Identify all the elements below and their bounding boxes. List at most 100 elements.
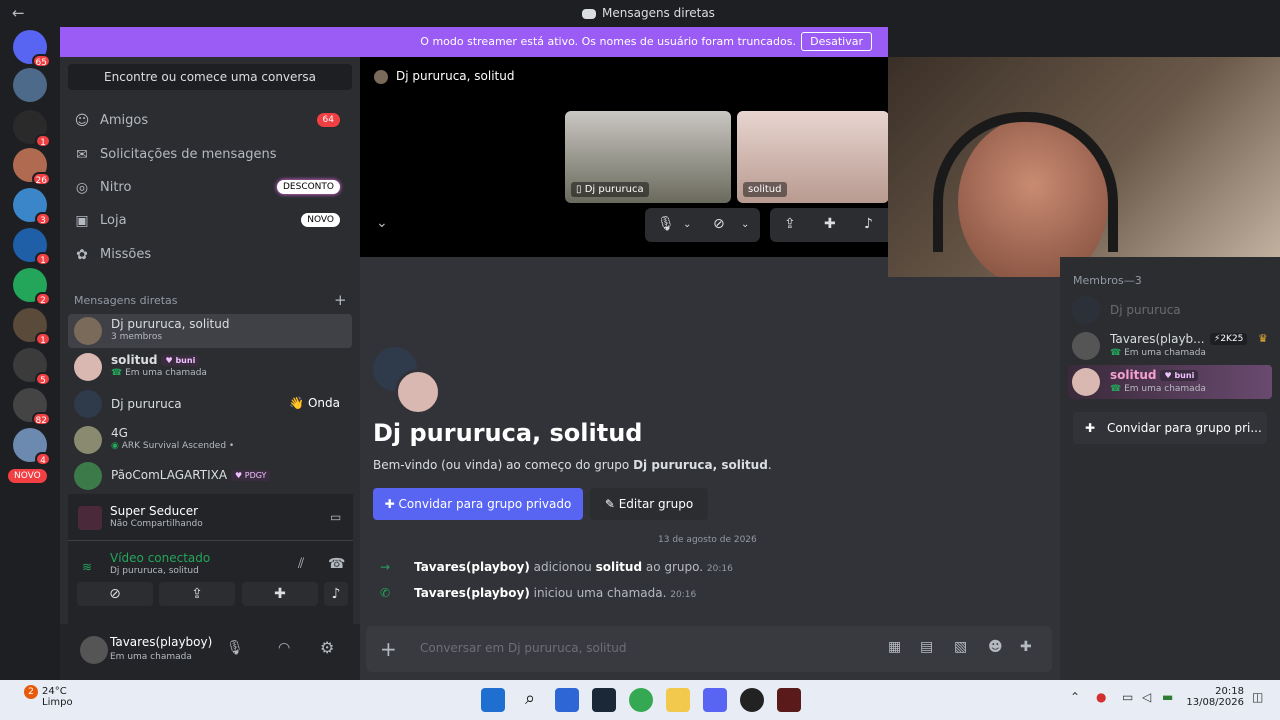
camera-off-icon[interactable]: ⊘ [713,216,725,232]
member-item[interactable]: solitud ♥ buni ☎ Em uma chamada [1068,365,1272,399]
server-icon[interactable]: 4 [13,428,51,466]
user-avatar[interactable] [80,636,108,664]
edit-group-button[interactable]: ✎ Editar grupo [590,488,708,520]
dm-item-4g[interactable]: 4G ◉ ARK Survival Ascended • [68,423,352,457]
server-icon[interactable]: 1 [13,228,51,266]
chevron-up-icon[interactable]: ⌃ [1070,690,1080,704]
upload-plus-icon[interactable]: + [380,637,397,661]
activity-icon [78,506,102,530]
message-target[interactable]: solitud [596,560,642,574]
message-input[interactable]: Conversar em Dj pururuca, solitud [420,641,626,655]
emoji-icon[interactable]: ☻ [988,639,1003,655]
voice-channel[interactable]: Dj pururuca, solitud [110,566,199,576]
create-dm-plus-icon[interactable]: + [334,291,347,309]
dm-item-paocomlagartixa[interactable]: PãoComLAGARTIXA ♥ PDGY [68,459,352,493]
server-icon[interactable]: 82 [13,388,51,426]
chevron-down-icon[interactable]: ⌄ [683,219,691,230]
server-icon[interactable]: 5 [13,348,51,386]
chrome-icon[interactable] [629,688,653,712]
search-icon[interactable]: ⌕ [518,688,542,712]
system-message: → Tavares(playboy) adicionou solitud ao g… [380,560,733,574]
disconnect-icon[interactable]: ☎ [328,556,345,572]
file-explorer-icon[interactable] [666,688,690,712]
gif-icon[interactable]: ▤ [920,639,933,655]
obs-icon[interactable] [740,688,764,712]
dm-item-dj[interactable]: Dj pururuca 👋 Onda [68,387,352,421]
guild-tag-text: 2K25 [1220,334,1244,344]
dm-item-group[interactable]: Dj pururuca, solitud 3 membros [68,314,352,348]
weather-widget[interactable]: 24°C Limpo [42,686,73,708]
video-tile-dj[interactable]: ▯ Dj pururuca [565,111,731,203]
find-conversation-button[interactable]: Encontre ou comece uma conversa [68,64,352,90]
server-badge: 5 [35,372,51,386]
noise-suppression-icon[interactable]: ⫽ [298,556,304,572]
dm-sub: ☎ Em uma chamada [111,368,207,378]
nav-nitro[interactable]: ◎ Nitro DESCONTO [68,173,352,203]
user-name: Tavares(playboy) [110,635,213,649]
microphone-icon[interactable]: 🎙 [226,640,244,656]
server-badge: 1 [35,252,51,266]
screen-share-icon[interactable]: ▭ [330,510,341,524]
nav-friends[interactable]: ☺ Amigos 64 [68,106,352,136]
app-icon[interactable] [555,688,579,712]
steam-icon[interactable] [592,688,616,712]
invite-to-group-button[interactable]: ✚ Convidar para grupo pri... [1073,412,1267,444]
notification-icon[interactable]: ◫ [1252,690,1263,704]
message-actor[interactable]: Tavares(playboy) [414,560,530,574]
nav-message-requests[interactable]: ✉ Solicitações de mensagens [68,140,352,170]
disable-streamer-button[interactable]: Desativar [801,32,872,51]
home-badge: 65 [31,54,51,68]
nav-quests[interactable]: ✿ Missões [68,240,352,270]
dm-sidebar: Encontre ou comece uma conversa ☺ Amigos… [60,57,360,680]
server-icon[interactable]: 3 [13,188,51,226]
server-icon[interactable]: 2 [13,268,51,306]
phone-icon: ✆ [380,586,391,600]
microphone-icon[interactable]: 🎙 [657,216,675,232]
share-screen-button[interactable]: ⇪ [159,582,235,606]
sticker-icon[interactable]: ▧ [954,639,967,655]
message-actor[interactable]: Tavares(playboy) [414,586,530,600]
apps-icon[interactable]: ✚ [1020,639,1032,655]
call-header-text: Dj pururuca, solitud [396,69,515,83]
dm-item-solitud[interactable]: solitud ♥ buni ☎ Em uma chamada [68,350,352,384]
server-icon[interactable]: 1 [13,308,51,346]
nav-shop[interactable]: ▣ Loja NOVO [68,206,352,236]
soundboard-button[interactable]: ♪ [324,582,348,606]
member-item[interactable]: Tavares(playb... ⚡2K25 ♛ ☎ Em uma chamad… [1068,329,1272,363]
server-badge: 2 [35,292,51,306]
settings-gear-icon[interactable]: ⚙ [320,638,334,657]
share-screen-icon[interactable]: ⇪ [784,216,796,232]
back-arrow-icon[interactable]: ← [12,4,25,22]
camera-off-button[interactable]: ⊘ [77,582,153,606]
battery-icon[interactable]: ▬ [1162,690,1173,704]
server-icon[interactable]: 26 [13,148,51,186]
guild-tag-text: buni [175,356,196,365]
wave-button[interactable]: 👋 Onda [283,394,346,412]
speaker-icon[interactable]: ◁ [1142,690,1151,704]
server-icon[interactable]: 1 [13,110,51,148]
nitro-icon: ◎ [75,180,89,196]
chevron-down-icon[interactable]: ⌄ [376,215,388,231]
server-icon[interactable] [13,68,47,102]
microphone-icon[interactable]: ● [1096,690,1106,704]
dm-name: Dj pururuca [111,397,182,411]
network-icon[interactable]: ▭ [1122,690,1133,704]
discord-icon[interactable] [703,688,727,712]
game-icon[interactable] [777,688,801,712]
invite-private-group-button[interactable]: ✚ Convidar para grupo privado [373,488,583,520]
gift-icon[interactable]: ▦ [888,639,901,655]
home-button[interactable]: 65 [13,30,51,68]
activities-icon[interactable]: ✚ [824,216,836,232]
soundboard-icon[interactable]: ♪ [864,216,873,232]
member-item[interactable]: Dj pururuca [1068,293,1272,327]
clock[interactable]: 20:18 13/08/2026 [1186,686,1244,708]
windows-start-icon[interactable] [481,688,505,712]
welcome-prefix: Bem-vindo (ou vinda) ao começo do grupo [373,458,634,472]
headphones-icon[interactable]: ◠ [278,640,290,656]
chevron-down-icon[interactable]: ⌄ [741,219,749,230]
member-status-text: Em uma chamada [1124,384,1206,394]
avatar [74,353,102,381]
video-tile-solitud[interactable]: solitud [737,111,889,203]
activities-button[interactable]: ✚ [242,582,318,606]
quests-icon: ✿ [76,247,88,263]
